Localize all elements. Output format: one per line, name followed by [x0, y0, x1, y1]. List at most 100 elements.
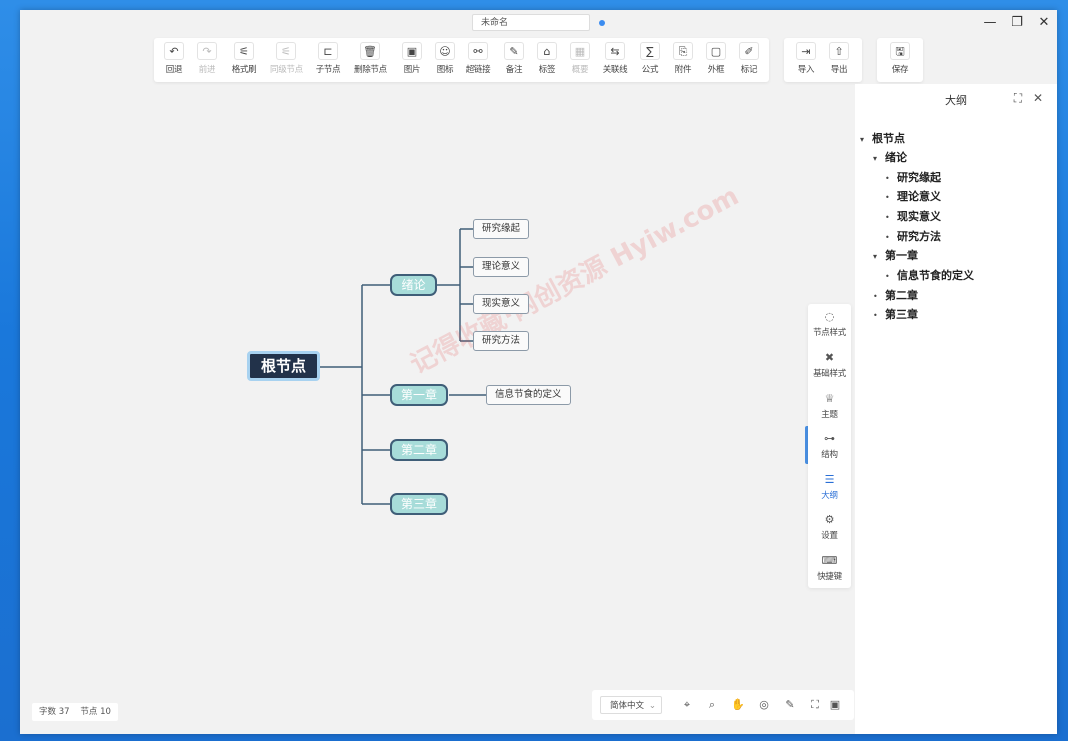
summary-icon: ▦	[570, 42, 590, 60]
marker-icon: ✐	[739, 42, 759, 60]
note-button[interactable]: ✎ 备注	[498, 42, 530, 78]
marker-button[interactable]: ✐ 标记	[733, 42, 765, 78]
attachment-button[interactable]: ⎘ 附件	[667, 42, 699, 78]
export-button[interactable]: ⇧ 导出	[823, 42, 855, 78]
fit-screen-icon[interactable]: ⛶	[807, 697, 823, 713]
export-icon: ⇧	[829, 42, 849, 60]
outline-row[interactable]: ▾ 绪论	[873, 149, 907, 165]
trash-icon: 🗑	[360, 42, 380, 60]
side-theme[interactable]: ♕ 主题	[808, 388, 851, 426]
expand-icon[interactable]: ⛶	[1010, 90, 1026, 106]
outline-row[interactable]: • 研究方法	[885, 228, 941, 244]
fullscreen-icon[interactable]: ▣	[827, 697, 843, 713]
structure-icon: ⊶	[824, 432, 835, 445]
frame-icon: ▢	[706, 42, 726, 60]
paperclip-icon: ⎘	[673, 42, 693, 60]
close-icon[interactable]: ✕	[1030, 90, 1046, 106]
side-node-style[interactable]: ◌ 节点样式	[808, 306, 851, 344]
io-toolbar: ⇥ 导入 ⇧ 导出	[784, 38, 862, 82]
relation-line-icon: ⇆	[605, 42, 625, 60]
delete-node-button[interactable]: 🗑 删除节点	[354, 42, 387, 78]
keyboard-icon: ⌨	[821, 554, 838, 567]
search-icon[interactable]: ⌕	[704, 697, 720, 713]
outline-row[interactable]: • 现实意义	[885, 208, 941, 224]
leaf-node[interactable]: 现实意义	[473, 294, 530, 314]
leaf-node[interactable]: 理论意义	[473, 257, 530, 277]
gear-icon: ⚙	[824, 513, 835, 526]
undo-button[interactable]: ↶ 回退	[158, 42, 190, 78]
mindmap-canvas[interactable]: 记得收藏·网创资源 Hyiw.com 根节点 绪论 第一章 第二章 第三章 研究…	[20, 10, 855, 734]
leaf-node[interactable]: 研究方法	[473, 331, 530, 351]
side-shortcuts[interactable]: ⌨ 快捷键	[808, 550, 851, 588]
main-toolbar: ↶ 回退 ↷ 前进 ⚟ 格式刷 ⚟ 同级节点 ⊏ 子节点 🗑 删除节点 ▣ 图片 ☺ 图标 ⚯ 超…	[154, 38, 769, 82]
chevron-down-icon: ⌄	[648, 701, 656, 711]
relation-line-button[interactable]: ⇆ 关联线	[599, 42, 631, 78]
outline-row[interactable]: ▾ 根节点	[860, 130, 905, 146]
outline-row[interactable]: ▾ 第一章	[873, 247, 918, 263]
node-style-icon: ◌	[824, 310, 835, 323]
locate-icon[interactable]: ⌖	[679, 697, 695, 713]
edit-icon[interactable]: ✎	[782, 697, 798, 713]
side-outline[interactable]: ☰ 大纲	[808, 469, 851, 507]
image-icon: ▣	[402, 42, 422, 60]
formula-icon: ∑	[640, 42, 660, 60]
save-icon: 🖫	[890, 42, 910, 60]
save-button[interactable]: 🖫 保存	[884, 42, 916, 78]
outline-row[interactable]: • 研究缘起	[885, 169, 941, 185]
image-button[interactable]: ▣ 图片	[396, 42, 428, 78]
sibling-node-icon: ⚟	[276, 42, 296, 60]
redo-button[interactable]: ↷ 前进	[191, 42, 223, 78]
format-painter-button[interactable]: ⚟ 格式刷	[228, 42, 260, 78]
language-value: 简体中文	[610, 701, 645, 711]
side-settings[interactable]: ⚙ 设置	[808, 509, 851, 547]
leaf-node[interactable]: 信息节食的定义	[486, 385, 571, 405]
node-count: 10	[100, 707, 111, 717]
close-icon[interactable]: ✕	[1033, 13, 1055, 33]
compass-icon[interactable]: ◎	[756, 697, 772, 713]
outline-icon: ☰	[824, 473, 835, 486]
tag-button[interactable]: ⌂ 标签	[531, 42, 563, 78]
child-node-button[interactable]: ⊏ 子节点	[312, 42, 344, 78]
outline-row[interactable]: • 理论意义	[885, 188, 941, 204]
outline-row[interactable]: • 第二章	[873, 287, 918, 303]
minimize-icon[interactable]: —	[979, 13, 1001, 33]
shirt-icon: ♕	[824, 392, 835, 405]
connector-lines	[320, 228, 486, 505]
redo-icon: ↷	[197, 42, 217, 60]
leaf-node[interactable]: 研究缘起	[473, 219, 530, 239]
hyperlink-button[interactable]: ⚯ 超链接	[462, 42, 494, 78]
word-count-label: 字数	[39, 707, 57, 717]
app-window: 未命名 — ❐ ✕ 记得收藏·网创资源 Hyiw.com 根节点 绪论 第一章 …	[20, 10, 1057, 734]
side-structure[interactable]: ⊶ 结构	[808, 428, 851, 466]
icon-button[interactable]: ☺ 图标	[429, 42, 461, 78]
save-toolbar: 🖫 保存	[877, 38, 923, 82]
smiley-icon: ☺	[435, 42, 455, 60]
formula-button[interactable]: ∑ 公式	[634, 42, 666, 78]
outline-panel: 大纲 ⛶ ✕ ▾ 根节点 ▾ 绪论 • 研究缘起 • 理论意义 • 现实意义 • 研究方法 …	[855, 84, 1057, 734]
branch-node[interactable]: 第一章	[390, 384, 448, 406]
side-tool-panel: ◌ 节点样式 ✖ 基础样式 ♕ 主题 ⊶ 结构 ☰ 大纲 ⚙ 设置 ⌨ 快捷键	[808, 304, 851, 588]
import-button[interactable]: ⇥ 导入	[790, 42, 822, 78]
format-painter-icon: ⚟	[234, 42, 254, 60]
branch-node[interactable]: 第三章	[390, 493, 448, 515]
summary-button[interactable]: ▦ 概要	[564, 42, 596, 78]
hand-icon[interactable]: ✋	[730, 697, 746, 713]
child-node-icon: ⊏	[318, 42, 338, 60]
sibling-node-button[interactable]: ⚟ 同级节点	[270, 42, 303, 78]
import-icon: ⇥	[796, 42, 816, 60]
restore-icon[interactable]: ❐	[1006, 13, 1028, 33]
branch-node[interactable]: 第二章	[390, 439, 448, 461]
outline-row[interactable]: • 信息节食的定义	[885, 267, 974, 283]
outline-title: 大纲	[945, 94, 967, 107]
side-base-style[interactable]: ✖ 基础样式	[808, 347, 851, 385]
branch-node[interactable]: 绪论	[390, 274, 437, 296]
bottom-toolbar: 简体中文 ⌄ ⌖ ⌕ ✋ ◎ ✎ ⛶ ▣	[592, 690, 854, 720]
tag-icon: ⌂	[537, 42, 557, 60]
status-counts: 字数 37 节点 10	[32, 703, 118, 721]
link-icon: ⚯	[468, 42, 488, 60]
outline-row[interactable]: • 第三章	[873, 306, 918, 322]
language-select[interactable]: 简体中文 ⌄	[600, 696, 662, 714]
note-icon: ✎	[504, 42, 524, 60]
root-node[interactable]: 根节点	[247, 351, 320, 381]
outer-frame-button[interactable]: ▢ 外框	[700, 42, 732, 78]
